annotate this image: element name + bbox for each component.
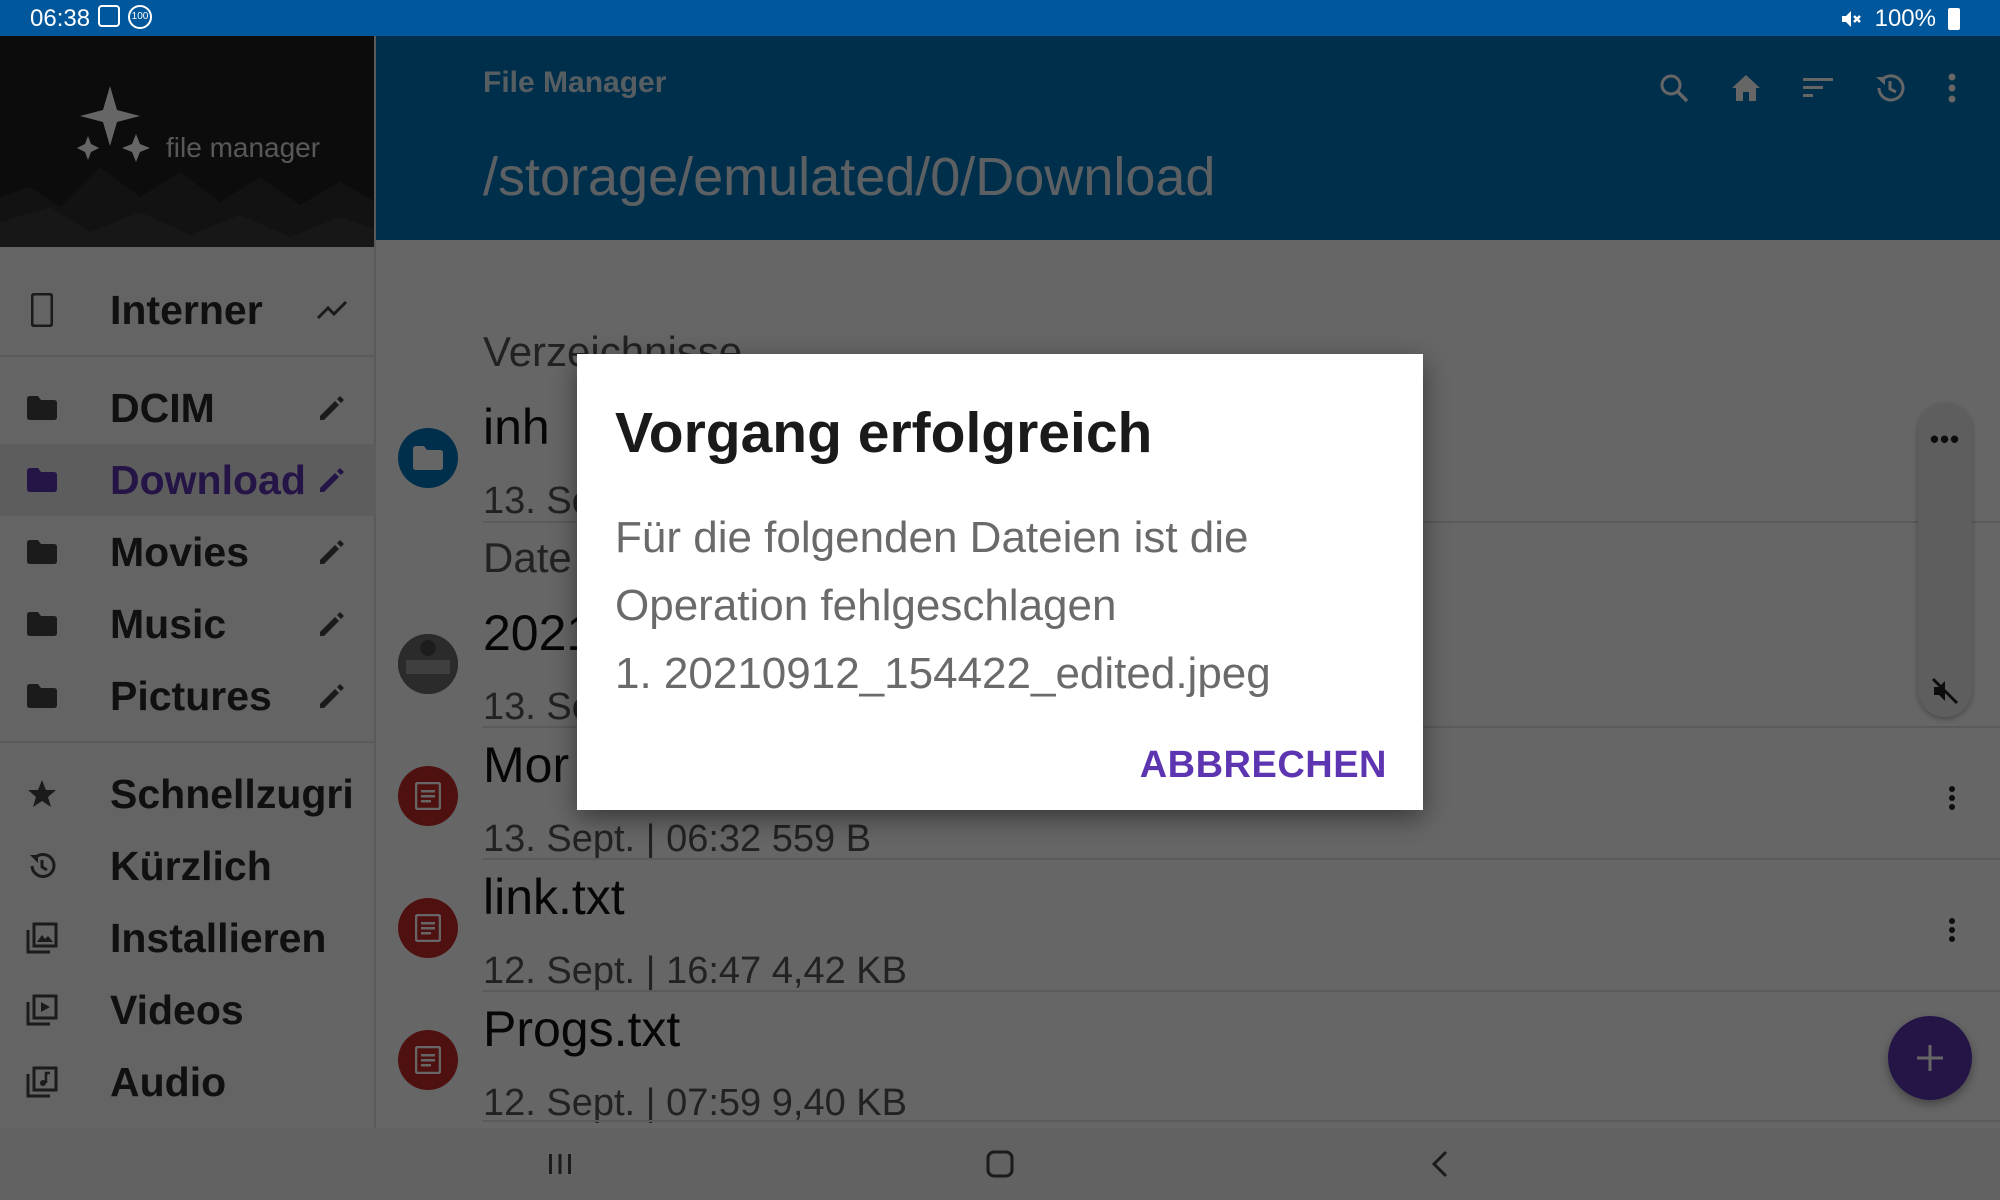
text-file-icon [398,766,458,826]
dialog-message-line: Operation fehlgeschlagen [615,581,1117,630]
star-icon [26,778,58,810]
status-right: 100% [1839,5,1960,33]
dialog-message: Für die folgenden Dateien ist die Operat… [615,504,1395,708]
search-icon[interactable] [1654,68,1694,108]
section-header-files: Date [483,534,572,581]
audio-collection-icon [26,1066,58,1098]
file-name: link.txt [483,869,625,925]
drawer-item-label: Interner [110,286,263,333]
edit-icon[interactable] [316,608,348,640]
history-icon [26,850,58,882]
drawer-item-label: Videos [110,986,244,1033]
drawer-item-label: Music [110,600,227,647]
edit-icon[interactable] [316,392,348,424]
folder-icon [26,608,58,640]
current-path[interactable]: /storage/emulated/0/Download [483,146,1215,208]
drawer-item-movies[interactable]: Movies [0,516,376,588]
drawer-header: file manager [0,36,374,247]
video-collection-icon [26,994,58,1026]
file-name: Progs.txt [483,1001,681,1057]
folder-icon [398,428,458,488]
folder-icon [26,464,58,496]
drawer-divider [0,741,376,743]
row-divider [483,858,2000,860]
status-notification-icons: 100 [98,5,152,29]
file-name: inh [483,399,550,455]
drawer-item-label: Kürzlich [110,842,272,889]
mute-icon[interactable] [1931,677,1959,705]
row-divider [483,990,2000,992]
file-meta: 12. Sept. | 16:47 4,42 KB [483,950,907,992]
operation-result-dialog: Vorgang erfolgreich Für die folgenden Da… [577,354,1423,810]
drawer-item-dcim[interactable]: DCIM [0,372,376,444]
row-divider [483,1120,2000,1122]
file-name: Mor [483,737,570,793]
edit-icon[interactable] [316,464,348,496]
more-dots-icon[interactable]: ••• [1918,426,1972,452]
drawer-divider [0,355,376,357]
status-time: 06:38 [30,5,91,32]
drawer-item-videos[interactable]: Videos [0,974,376,1046]
navigation-drawer: file manager Interner DCIM Download Movi… [0,36,376,1128]
file-meta: 12. Sept. | 07:59 9,40 KB [483,1082,907,1124]
failed-file-item: 1. 20210912_154422_edited.jpeg [615,649,1271,698]
dialog-title: Vorgang erfolgreich [615,401,1153,465]
plus-icon [1917,1045,1943,1071]
drawer-item-label: Schnellzugri [110,770,354,817]
drawer-item-quick-access[interactable]: Schnellzugri [0,758,376,830]
drawer-item-download[interactable]: Download [0,444,376,516]
history-icon[interactable] [1870,68,1910,108]
more-options-icon[interactable] [1936,778,1968,818]
edit-icon[interactable] [316,536,348,568]
battery-percent: 100% [1874,5,1936,32]
recent-apps-icon[interactable] [538,1142,582,1186]
home-nav-icon[interactable] [978,1142,1022,1186]
home-icon[interactable] [1726,68,1766,108]
notification-badge-icon: 100 [128,5,152,29]
notification-app-icon [98,5,120,27]
back-icon[interactable] [1418,1142,1462,1186]
overflow-menu-icon[interactable] [1932,68,1972,108]
dialog-message-line: Für die folgenden Dateien ist die [615,513,1249,562]
app-bar-actions [376,68,2000,108]
drawer-item-music[interactable]: Music [0,588,376,660]
drawer-item-label: Movies [110,528,249,575]
trending-icon[interactable] [316,294,348,326]
drawer-item-pictures[interactable]: Pictures [0,660,376,732]
folder-icon [26,536,58,568]
drawer-item-label: Download [110,456,306,503]
more-options-icon[interactable] [1936,910,1968,950]
header-decoration [0,167,374,247]
mute-icon [1841,11,1861,27]
folder-icon [26,680,58,712]
list-item-file[interactable]: Progs.txt 12. Sept. | 07:59 9,40 KB [376,1000,2000,1130]
drawer-item-label: Audio [110,1058,227,1105]
app-bar: File Manager /storage/emulated/0/Downloa… [376,36,2000,240]
drawer-item-internal-storage[interactable]: Interner [0,274,376,346]
drawer-item-install[interactable]: Installieren [0,902,376,974]
image-collection-icon [26,922,58,954]
add-button[interactable] [1888,1016,1972,1100]
text-file-icon [398,898,458,958]
drawer-item-recent[interactable]: Kürzlich [0,830,376,902]
list-item-file[interactable]: link.txt 12. Sept. | 16:47 4,42 KB [376,868,2000,998]
battery-icon [1948,8,1960,30]
sort-icon[interactable] [1798,68,1838,108]
drawer-item-audio[interactable]: Audio [0,1046,376,1118]
drawer-item-label: DCIM [110,384,215,431]
drawer-item-label: Installieren [110,914,327,961]
image-thumbnail [398,634,458,694]
drawer-item-label: Pictures [110,672,272,719]
cancel-button[interactable]: ABBRECHEN [1140,744,1387,787]
folder-icon [26,392,58,424]
edit-icon[interactable] [316,680,348,712]
text-file-icon [398,1030,458,1090]
file-meta: 13. Sept. | 06:32 559 B [483,818,872,860]
system-navigation-bar [0,1128,2000,1200]
status-bar: 06:38 100 100% [0,0,2000,36]
phone-icon [26,293,58,327]
volume-panel[interactable]: ••• [1918,403,1972,717]
